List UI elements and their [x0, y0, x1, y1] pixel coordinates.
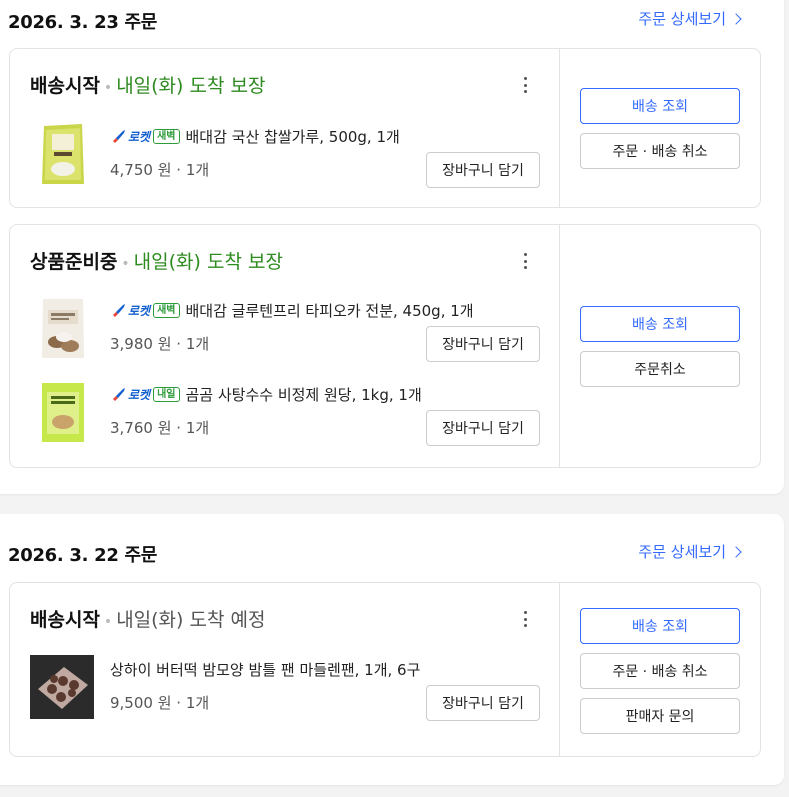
- product-name[interactable]: 곰곰 사탕수수 비정제 원당, 1kg, 1개: [186, 384, 422, 405]
- list-item: 로켓 새벽 배대감 국산 찹쌀가루, 500g, 1개 4,750 원 · 1개…: [30, 122, 540, 192]
- list-item: 상하이 버터떡 밤모양 밤틀 팬 마들렌팬, 1개, 6구 9,500 원 · …: [30, 655, 540, 725]
- shipment-box: 배송시작 • 내일(화) 도착 예정 상하이 버터떡 밤모양 밤틀 팬 마들렌팬…: [9, 582, 761, 757]
- order-detail-link[interactable]: 주문 상세보기: [638, 8, 742, 29]
- separator-dot: •: [121, 256, 130, 272]
- list-item: 로켓 새벽 배대감 글루텐프리 타피오카 전분, 450g, 1개 3,980 …: [30, 296, 540, 366]
- product-name-row: 상하이 버터떡 밤모양 밤틀 팬 마들렌팬, 1개, 6구: [110, 659, 420, 680]
- chevron-right-icon: [730, 12, 742, 25]
- delivery-badge: 새벽: [153, 129, 180, 144]
- more-options-icon[interactable]: [523, 77, 527, 95]
- shipment-items: 상품준비중 • 내일(화) 도착 보장 로켓 새벽 배대감 글루텐프리 타피오카…: [10, 225, 560, 467]
- list-item: 로켓 내일 곰곰 사탕수수 비정제 원당, 1kg, 1개 3,760 원 · …: [30, 380, 540, 450]
- product-name-row: 로켓 새벽 배대감 국산 찹쌀가루, 500g, 1개: [110, 126, 400, 147]
- track-delivery-button[interactable]: 배송 조회: [580, 306, 740, 342]
- shipment-header: 배송시작 • 내일(화) 도착 보장: [30, 71, 265, 98]
- separator-dot: •: [103, 614, 113, 630]
- track-delivery-button[interactable]: 배송 조회: [580, 608, 740, 644]
- cancel-order-delivery-button[interactable]: 주문 · 배송 취소: [580, 653, 740, 689]
- rocket-label: 로켓: [128, 130, 151, 144]
- delivery-badge: 내일: [153, 387, 180, 402]
- shipment-items: 배송시작 • 내일(화) 도착 보장 로켓 새벽 배대감 국산 찹쌀가루, 50…: [10, 49, 560, 207]
- arrival-estimate: 내일(화) 도착 예정: [116, 609, 266, 631]
- arrival-promise: 내일(화) 도착 보장: [116, 75, 266, 97]
- order-card: 2026. 3. 23 주문 주문 상세보기 배송시작 • 내일(화) 도착 보…: [0, 0, 784, 494]
- more-options-icon[interactable]: [523, 611, 527, 629]
- arrival-promise: 내일(화) 도착 보장: [133, 251, 283, 273]
- product-name[interactable]: 배대감 국산 찹쌀가루, 500g, 1개: [186, 126, 400, 147]
- order-detail-label: 주문 상세보기: [638, 10, 726, 28]
- track-delivery-button[interactable]: 배송 조회: [580, 88, 740, 124]
- order-date: 2026. 3. 22 주문: [8, 545, 158, 566]
- product-thumbnail[interactable]: [40, 296, 86, 360]
- shipment-items: 배송시작 • 내일(화) 도착 예정 상하이 버터떡 밤모양 밤틀 팬 마들렌팬…: [10, 583, 560, 756]
- rocket-label: 로켓: [128, 304, 151, 318]
- add-to-cart-button[interactable]: 장바구니 담기: [426, 410, 540, 446]
- product-name-row: 로켓 새벽 배대감 글루텐프리 타피오카 전분, 450g, 1개: [110, 300, 474, 321]
- rocket-label: 로켓: [128, 388, 151, 402]
- shipment-header: 배송시작 • 내일(화) 도착 예정: [30, 605, 265, 632]
- shipment-header: 상품준비중 • 내일(화) 도착 보장: [30, 247, 283, 274]
- shipment-box: 상품준비중 • 내일(화) 도착 보장 로켓 새벽 배대감 글루텐프리 타피오카…: [9, 224, 761, 468]
- add-to-cart-button[interactable]: 장바구니 담기: [426, 685, 540, 721]
- product-price: 9,500 원 · 1개: [110, 694, 210, 712]
- product-name[interactable]: 배대감 글루텐프리 타피오카 전분, 450g, 1개: [186, 300, 474, 321]
- delivery-badge: 새벽: [153, 303, 180, 318]
- rocket-icon: [113, 387, 125, 401]
- product-name[interactable]: 상하이 버터떡 밤모양 밤틀 팬 마들렌팬, 1개, 6구: [110, 659, 420, 680]
- shipment-status: 상품준비중: [30, 251, 118, 273]
- add-to-cart-button[interactable]: 장바구니 담기: [426, 152, 540, 188]
- rocket-icon: [113, 129, 125, 143]
- shipment-box: 배송시작 • 내일(화) 도착 보장 로켓 새벽 배대감 국산 찹쌀가루, 50…: [9, 48, 761, 208]
- product-price: 3,980 원 · 1개: [110, 335, 210, 353]
- chevron-right-icon: [730, 545, 742, 558]
- separator-dot: •: [103, 80, 113, 96]
- product-thumbnail[interactable]: [40, 122, 86, 186]
- shipment-status: 배송시작: [30, 609, 100, 631]
- product-price: 3,760 원 · 1개: [110, 419, 210, 437]
- more-options-icon[interactable]: [523, 253, 527, 271]
- cancel-order-button[interactable]: 주문취소: [580, 351, 740, 387]
- contact-seller-button[interactable]: 판매자 문의: [580, 698, 740, 734]
- order-date: 2026. 3. 23 주문: [8, 12, 158, 33]
- product-thumbnail[interactable]: [40, 380, 86, 444]
- shipment-status: 배송시작: [30, 75, 100, 97]
- product-thumbnail[interactable]: [30, 655, 94, 719]
- rocket-icon: [113, 303, 125, 317]
- order-card: 2026. 3. 22 주문 주문 상세보기 배송시작 • 내일(화) 도착 예…: [0, 514, 784, 785]
- order-detail-label: 주문 상세보기: [638, 543, 726, 561]
- add-to-cart-button[interactable]: 장바구니 담기: [426, 326, 540, 362]
- order-detail-link[interactable]: 주문 상세보기: [638, 541, 742, 562]
- product-price: 4,750 원 · 1개: [110, 161, 210, 179]
- product-name-row: 로켓 내일 곰곰 사탕수수 비정제 원당, 1kg, 1개: [110, 384, 422, 405]
- cancel-order-delivery-button[interactable]: 주문 · 배송 취소: [580, 133, 740, 169]
